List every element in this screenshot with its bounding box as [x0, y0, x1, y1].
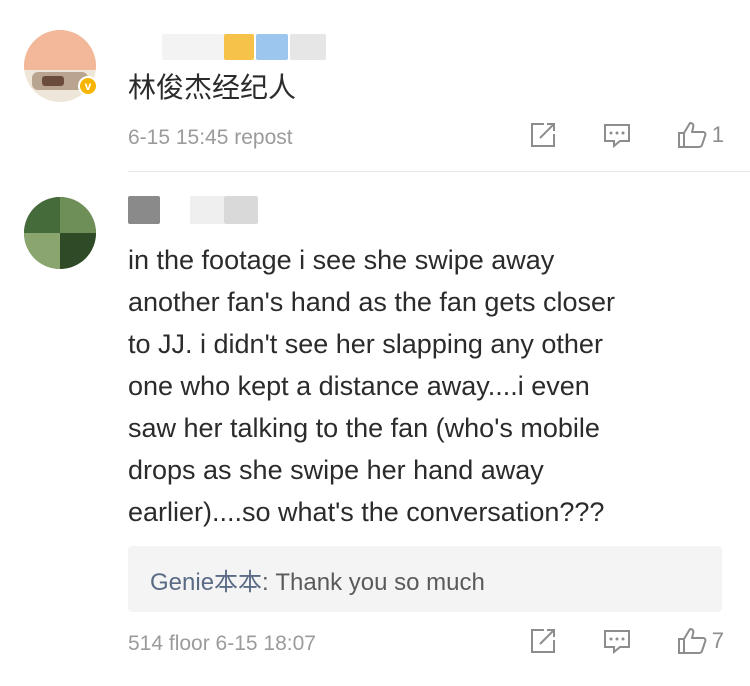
comment-item: v 林俊杰经纪人 6-15 15:45 repost 1 [0, 0, 750, 172]
comment-text-line: in the footage i see she swipe away [128, 245, 555, 275]
reply-body: Thank you so much [275, 569, 485, 596]
comment-icon [603, 124, 630, 149]
like-count: 1 [711, 122, 724, 147]
comment-text: in the footage i see she swipe away anot… [128, 239, 728, 533]
like-button[interactable]: 1 [676, 120, 724, 150]
comment-text-line: saw her talking to the fan (who's mobile [128, 413, 600, 443]
comment-text-line: to JJ. i didn't see her slapping any oth… [128, 329, 603, 359]
comment-item: in the footage i see she swipe away anot… [0, 172, 750, 686]
comment-actions: 7 [484, 626, 724, 656]
comment-text: 林俊杰经纪人 [128, 72, 297, 103]
share-icon [530, 123, 555, 147]
username-blurred [190, 196, 224, 224]
username-blurred [224, 34, 254, 60]
like-button[interactable]: 7 [676, 626, 724, 656]
comment-text-line: drops as she swipe her hand away [128, 455, 544, 485]
comment-meta: 6-15 15:45 repost [128, 126, 293, 149]
comment-button[interactable] [602, 120, 632, 150]
comment-text-line: another fan's hand as the fan gets close… [128, 287, 615, 317]
thumbs-up-icon [677, 122, 707, 148]
username-blurred [224, 196, 258, 224]
username-blurred[interactable] [128, 196, 160, 224]
share-icon [530, 629, 555, 653]
comment-text-line: one who kept a distance away....i even [128, 371, 590, 401]
comment-icon [603, 630, 630, 655]
share-button[interactable] [528, 626, 558, 656]
comment-text-line: earlier)....so what's the conversation??… [128, 497, 605, 527]
reply-preview[interactable]: Genie本本: Thank you so much [128, 546, 722, 612]
username-blurred[interactable] [162, 34, 224, 60]
comment-actions: 1 [484, 120, 724, 150]
reply-separator: : [262, 569, 276, 596]
reply-username[interactable]: Genie本本 [150, 569, 262, 596]
username-blurred [256, 34, 288, 60]
like-count: 7 [711, 628, 724, 653]
username-blurred [290, 34, 326, 60]
verified-badge-icon: v [78, 76, 98, 96]
reply-text: Genie本本: Thank you so much [150, 562, 485, 597]
thumbs-up-icon [677, 628, 707, 654]
share-button[interactable] [528, 120, 558, 150]
avatar[interactable] [24, 197, 96, 269]
comment-meta: 514 floor 6-15 18:07 [128, 632, 316, 655]
comment-button[interactable] [602, 626, 632, 656]
